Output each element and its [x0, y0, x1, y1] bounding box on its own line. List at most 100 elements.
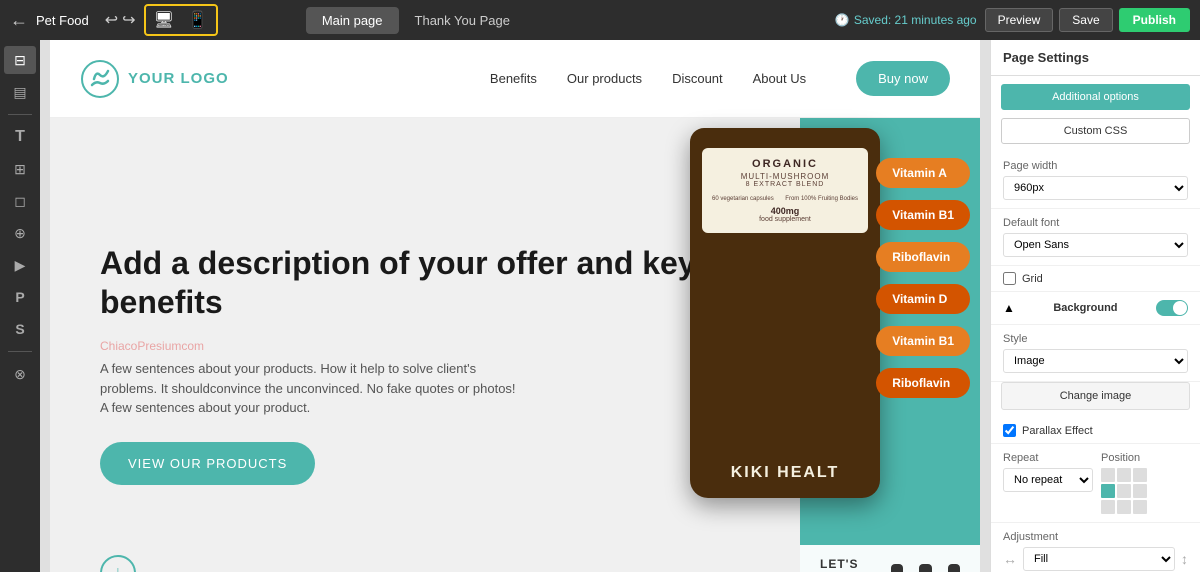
- vitamin-badge-a: Vitamin A: [876, 158, 970, 188]
- pos-btn-5[interactable]: [1117, 484, 1131, 498]
- adjustment-row: ↔ Fill ↕: [1003, 547, 1188, 571]
- facebook-icon[interactable]: f: [891, 564, 903, 572]
- panel-title: Page Settings: [991, 40, 1200, 76]
- sidebar-icon-store[interactable]: S: [4, 315, 36, 343]
- project-name: Pet Food: [36, 13, 89, 28]
- hero-right: ORGANIC MULTI-MUSHROOM 8 EXTRACT BLEND 6…: [800, 118, 980, 572]
- hero-title: Add a description of your offer and key …: [100, 244, 750, 321]
- sidebar-icon-text[interactable]: T: [4, 123, 36, 151]
- bottle-food: food supplement: [708, 216, 862, 223]
- sidebar-icon-widget[interactable]: ⊕: [4, 219, 36, 247]
- canvas-area: YOUR LOGO Benefits Our products Discount…: [40, 40, 990, 572]
- default-font-select[interactable]: Open Sans: [1003, 233, 1188, 257]
- nav-link-about[interactable]: About Us: [753, 71, 806, 86]
- pos-btn-4[interactable]: [1101, 484, 1115, 498]
- redo-button[interactable]: ↪: [122, 10, 135, 30]
- grid-label: Grid: [1022, 273, 1043, 285]
- vitamin-badges: Vitamin A Vitamin B1 Riboflavin Vitamin …: [876, 158, 970, 398]
- repeat-position-section: Repeat No repeat Position: [991, 444, 1200, 523]
- position-buttons: [1101, 468, 1151, 514]
- position-label: Position: [1101, 452, 1188, 464]
- main-area: ⊟ ▤ T ⊞ ◻ ⊕ ▶ P S ⊗ YOUR LOGO: [0, 40, 1200, 572]
- parallax-checkbox[interactable]: [1003, 424, 1016, 437]
- pos-btn-7[interactable]: [1101, 500, 1115, 514]
- buy-now-button[interactable]: Buy now: [856, 61, 950, 96]
- publish-button[interactable]: Publish: [1119, 8, 1190, 32]
- vitamin-badge-riboflavin-2: Riboflavin: [876, 368, 970, 398]
- bottle-brand: KIKI HEALT: [690, 464, 880, 482]
- tab-main-page[interactable]: Main page: [306, 7, 399, 34]
- background-label: Background: [1053, 302, 1117, 314]
- preview-nav: YOUR LOGO Benefits Our products Discount…: [50, 40, 980, 118]
- tab-custom-css[interactable]: Custom CSS: [1001, 118, 1190, 144]
- vitamin-badge-d: Vitamin D: [876, 284, 970, 314]
- saved-text: Saved: 21 minutes ago: [854, 13, 977, 27]
- save-button[interactable]: Save: [1059, 8, 1112, 32]
- hero-description: ChiacoPresiumcom A few sentences about y…: [100, 337, 750, 418]
- tab-thank-you-page[interactable]: Thank You Page: [399, 7, 526, 34]
- back-button[interactable]: ←: [10, 10, 28, 31]
- nav-link-products[interactable]: Our products: [567, 71, 642, 86]
- page-width-select[interactable]: 960px: [1003, 176, 1188, 200]
- right-panel: Page Settings Additional options Custom …: [990, 40, 1200, 572]
- collapse-icon: ▲: [1003, 301, 1015, 315]
- adj-left-icon[interactable]: ↔: [1003, 551, 1017, 567]
- sidebar-divider: [8, 114, 32, 115]
- pos-btn-2[interactable]: [1117, 468, 1131, 482]
- parallax-row: Parallax Effect: [991, 418, 1200, 444]
- desktop-view-button[interactable]: 🖥: [148, 8, 180, 32]
- sidebar-icon-payment[interactable]: P: [4, 283, 36, 311]
- bottle-multi: MULTI-MUSHROOM: [708, 172, 862, 181]
- sidebar-icon-media[interactable]: ◻: [4, 187, 36, 215]
- hero-desc-3: A few sentences about your product.: [100, 398, 750, 418]
- preview-button[interactable]: Preview: [985, 8, 1054, 32]
- nav-link-discount[interactable]: Discount: [672, 71, 723, 86]
- adjustment-select[interactable]: Fill: [1023, 547, 1175, 571]
- top-bar: ← Pet Food ↩ ↪ 🖥 📱 Main page Thank You P…: [0, 0, 1200, 40]
- hero-desc-2: problems. It shouldconvince the unconvin…: [100, 379, 750, 399]
- mobile-view-button[interactable]: 📱: [182, 8, 214, 32]
- undo-button[interactable]: ↩: [105, 10, 118, 30]
- saved-status: 🕐 Saved: 21 minutes ago: [835, 13, 977, 27]
- bottle-extract: 8 EXTRACT BLEND: [708, 181, 862, 188]
- sidebar-icon-sections[interactable]: ▤: [4, 78, 36, 106]
- social-bar: LET'S GET SOCIAL f ◉ ▶: [800, 545, 980, 572]
- adj-right-icon[interactable]: ↕: [1181, 551, 1188, 567]
- undo-redo-group: ↩ ↪: [105, 10, 136, 30]
- sidebar-icon-layers[interactable]: ⊟: [4, 46, 36, 74]
- grid-checkbox[interactable]: [1003, 272, 1016, 285]
- pos-btn-3[interactable]: [1133, 468, 1147, 482]
- logo: YOUR LOGO: [80, 59, 229, 99]
- style-section: Style Image: [991, 325, 1200, 382]
- sidebar-icon-video[interactable]: ▶: [4, 251, 36, 279]
- change-image-button[interactable]: Change image: [1001, 382, 1190, 410]
- repeat-select[interactable]: No repeat: [1003, 468, 1093, 492]
- vitamin-badge-b1-1: Vitamin B1: [876, 200, 970, 230]
- bottle-weight: 400mg: [708, 206, 862, 216]
- view-products-button[interactable]: VIEW OUR PRODUCTS: [100, 442, 315, 485]
- toggle-knob: [1173, 301, 1187, 315]
- social-bar-text: LET'S GET SOCIAL: [820, 557, 875, 572]
- tab-additional-options[interactable]: Additional options: [1001, 84, 1190, 110]
- pos-btn-9[interactable]: [1133, 500, 1147, 514]
- pos-btn-1[interactable]: [1101, 468, 1115, 482]
- clock-icon: 🕐: [835, 13, 850, 27]
- pos-btn-8[interactable]: [1117, 500, 1131, 514]
- background-toggle[interactable]: [1156, 300, 1188, 316]
- bottle-from: From 100% Fruiting Bodies: [785, 196, 858, 202]
- nav-link-benefits[interactable]: Benefits: [490, 71, 537, 86]
- hero-desc-1: A few sentences about your products. How…: [100, 359, 750, 379]
- vitamin-badge-b1-2: Vitamin B1: [876, 326, 970, 356]
- style-select[interactable]: Image: [1003, 349, 1188, 373]
- logo-svg: [80, 59, 120, 99]
- watermark-text: ChiacoPresiumcom: [100, 337, 750, 355]
- grid-row: Grid: [991, 266, 1200, 292]
- youtube-icon[interactable]: ▶: [948, 564, 960, 572]
- sidebar-icon-user[interactable]: ⊗: [4, 360, 36, 388]
- sidebar-icon-layout[interactable]: ⊞: [4, 155, 36, 183]
- instagram-icon[interactable]: ◉: [919, 564, 931, 572]
- bottle-organic: ORGANIC: [708, 158, 862, 170]
- pos-btn-6[interactable]: [1133, 484, 1147, 498]
- scroll-indicator: ↓: [100, 555, 136, 572]
- device-toggle: 🖥 📱: [144, 4, 218, 36]
